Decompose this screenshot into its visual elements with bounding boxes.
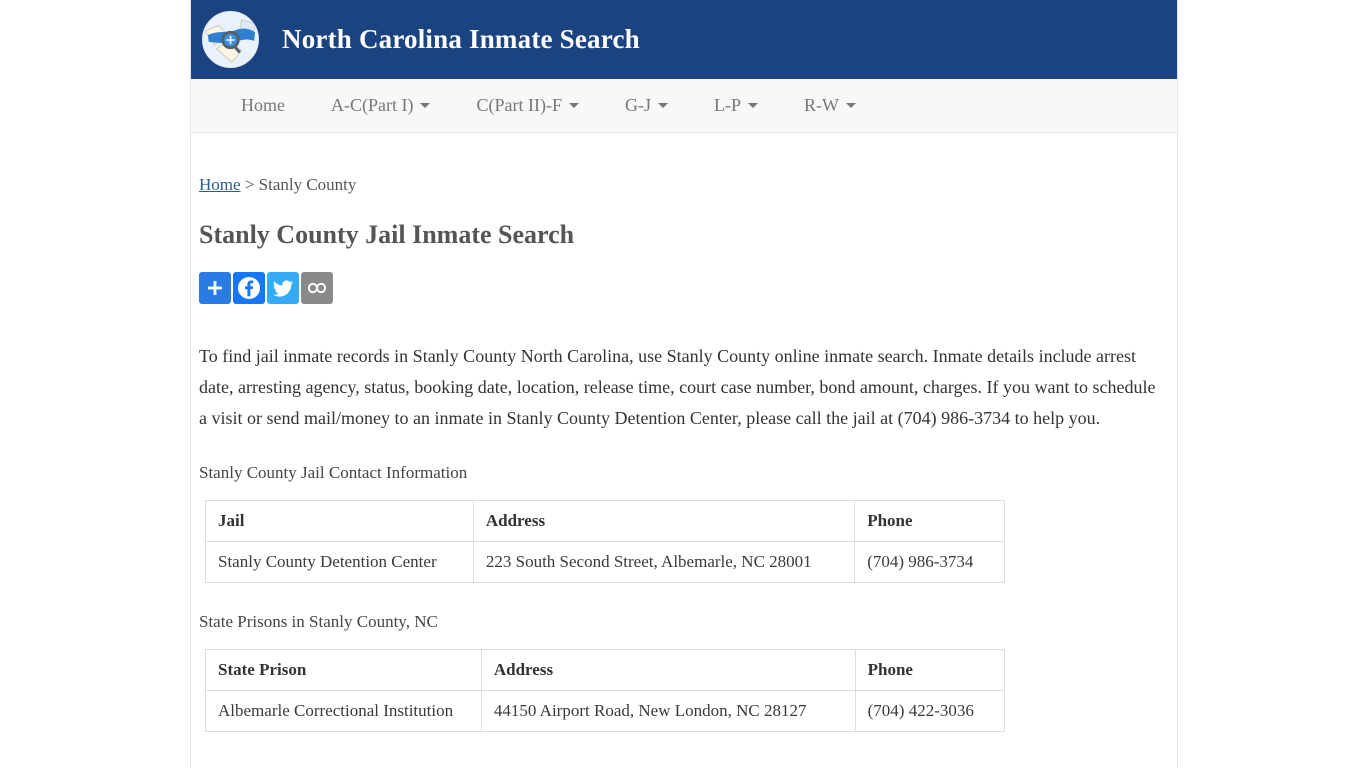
- site-title: North Carolina Inmate Search: [282, 24, 640, 54]
- chevron-down-icon: [420, 103, 431, 108]
- twitter-bird-icon: [272, 277, 294, 299]
- nav-item-l-p[interactable]: L-P: [691, 89, 781, 122]
- jail-section-label: Stanly County Jail Contact Information: [199, 463, 468, 482]
- nav-item-r-w[interactable]: R-W: [781, 89, 879, 122]
- intro-paragraph: To find jail inmate records in Stanly Co…: [199, 346, 1156, 428]
- column-header-phone: Phone: [854, 500, 1005, 542]
- copy-link-button[interactable]: [301, 272, 333, 304]
- breadcrumb-separator: >: [244, 175, 255, 194]
- nav-item-g-j[interactable]: G-J: [602, 89, 691, 122]
- plus-icon: [205, 278, 225, 298]
- nav-item-label: C(Part II)-F: [476, 95, 562, 115]
- facebook-share-button[interactable]: [233, 272, 265, 304]
- jail-contact-table: Jail Address Phone Stanly County Detenti…: [205, 500, 1005, 583]
- column-header-address: Address: [480, 649, 856, 691]
- cell-prison-name: Albemarle Correctional Institution: [205, 690, 482, 732]
- column-header-address: Address: [472, 500, 856, 542]
- chevron-down-icon: [657, 103, 668, 108]
- breadcrumb-current: Stanly County: [258, 175, 357, 194]
- column-header-state-prison: State Prison: [205, 649, 482, 691]
- nav-item-label: G-J: [624, 95, 651, 115]
- nav-item-c-part-2-f[interactable]: C(Part II)-F: [453, 89, 601, 122]
- state-prison-table: State Prison Address Phone Albemarle Cor…: [205, 649, 1006, 732]
- site-header: North Carolina Inmate Search: [191, 0, 1177, 79]
- chain-link-icon: [306, 277, 328, 299]
- column-header-jail: Jail: [205, 500, 474, 542]
- table-header-row: Jail Address Phone: [205, 500, 1005, 542]
- page-title: Stanly County Jail Inmate Search: [199, 220, 575, 249]
- cell-jail-address: 223 South Second Street, Albemarle, NC 2…: [472, 541, 856, 583]
- facebook-icon: [237, 276, 261, 300]
- cell-jail-phone: (704) 986-3734: [854, 541, 1005, 583]
- nc-map-magnifier-icon: [202, 11, 259, 68]
- nav-item-label: L-P: [713, 95, 741, 115]
- column-header-phone: Phone: [854, 649, 1006, 691]
- cell-prison-address: 44150 Airport Road, New London, NC 28127: [480, 690, 856, 732]
- share-bar: [199, 272, 1153, 304]
- table-row: Albemarle Correctional Institution 44150…: [205, 690, 1006, 732]
- main-navbar: Home A-C(Part I) C(Part II)-F G-J L-P R-…: [191, 79, 1177, 133]
- table-header-row: State Prison Address Phone: [205, 649, 1006, 691]
- prison-section-label: State Prisons in Stanly County, NC: [199, 612, 438, 631]
- nav-item-home[interactable]: Home: [218, 89, 308, 122]
- chevron-down-icon: [845, 103, 856, 108]
- nav-item-a-c-part-1[interactable]: A-C(Part I): [308, 89, 453, 122]
- main-content: Home > Stanly County Stanly County Jail …: [191, 175, 1177, 732]
- chevron-down-icon: [747, 103, 758, 108]
- cell-jail-name: Stanly County Detention Center: [205, 541, 474, 583]
- breadcrumb-link-home[interactable]: Home: [199, 175, 241, 194]
- table-row: Stanly County Detention Center 223 South…: [205, 541, 1005, 583]
- nav-item-label: A-C(Part I): [331, 95, 414, 115]
- page-container: North Carolina Inmate Search Home A-C(Pa…: [190, 0, 1178, 768]
- cell-prison-phone: (704) 422-3036: [854, 690, 1006, 732]
- twitter-share-button[interactable]: [267, 272, 299, 304]
- addthis-share-button[interactable]: [199, 272, 231, 304]
- breadcrumb: Home > Stanly County: [199, 175, 1153, 195]
- nav-item-label: Home: [241, 95, 285, 115]
- nav-item-label: R-W: [803, 95, 839, 115]
- chevron-down-icon: [568, 103, 579, 108]
